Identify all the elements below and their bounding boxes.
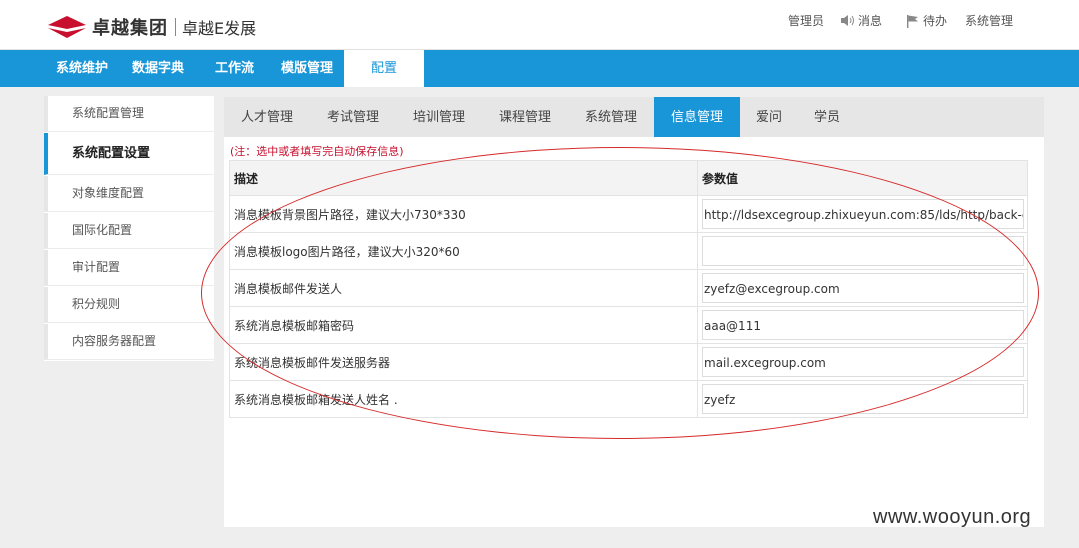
sidebar-item-object-dimension-config[interactable]: 对象维度配置 — [44, 176, 214, 212]
table-row: 系统消息模板邮件发送服务器 mail.excegroup.com — [229, 343, 1028, 381]
tab-students[interactable]: 学员 — [798, 97, 856, 137]
watermark: www.wooyun.org — [873, 506, 1032, 528]
todo-link[interactable]: 待办 — [906, 12, 947, 29]
param-value-input[interactable]: mail.excegroup.com — [702, 347, 1024, 377]
row-description: 系统消息模板邮箱发送人姓名 . — [229, 380, 698, 418]
speaker-icon — [840, 15, 854, 26]
admin-link[interactable]: 管理员 — [788, 12, 824, 29]
tab-bar: 人才管理 考试管理 培训管理 课程管理 系统管理 信息管理 爱问 学员 — [224, 97, 1044, 137]
tab-system-management[interactable]: 系统管理 — [568, 97, 654, 137]
row-description: 系统消息模板邮箱密码 — [229, 306, 698, 344]
nav-item-config[interactable]: 配置 — [344, 50, 425, 87]
nav-item-data-dictionary[interactable]: 数据字典 — [132, 50, 184, 87]
param-value-input[interactable]: http://ldsexcegroup.zhixueyun.com:85/lds… — [702, 199, 1024, 229]
system-admin-link[interactable]: 系统管理 — [965, 12, 1013, 29]
table-header-row: 描述 参数值 — [229, 160, 1028, 196]
sidebar-item-system-config-management[interactable]: 系统配置管理 — [44, 96, 214, 132]
sidebar-item-i18n-config[interactable]: 国际化配置 — [44, 213, 214, 249]
brand-divider — [175, 18, 176, 36]
messages-link[interactable]: 消息 — [840, 12, 882, 29]
messages-label: 消息 — [857, 14, 882, 28]
sidebar-item-system-config-settings[interactable]: 系统配置设置 — [44, 133, 214, 175]
tab-course-management[interactable]: 课程管理 — [482, 97, 568, 137]
table-row: 系统消息模板邮箱密码 aaa@111 — [229, 306, 1028, 344]
row-description: 消息模板背景图片路径，建议大小730*330 — [229, 195, 698, 233]
brand-name: 卓越集团 — [92, 18, 168, 39]
nav-item-workflow[interactable]: 工作流 — [215, 50, 254, 87]
row-description: 系统消息模板邮件发送服务器 — [229, 343, 698, 381]
nav-item-system-maintenance[interactable]: 系统维护 — [56, 50, 108, 87]
top-header: 卓越集团 卓越E发展 管理员 消息 待办 系统管理 — [0, 0, 1079, 50]
nav-item-template-management[interactable]: 模版管理 — [281, 50, 333, 87]
tab-ask[interactable]: 爱问 — [740, 97, 798, 137]
autosave-note: (注：选中或者填写完自动保存信息) — [230, 145, 404, 158]
logo: 卓越集团 卓越E发展 — [48, 14, 256, 40]
tab-info-management[interactable]: 信息管理 — [654, 97, 740, 137]
param-value-input[interactable]: zyefz — [702, 384, 1024, 414]
row-description: 消息模板logo图片路径，建议大小320*60 — [229, 232, 698, 270]
flag-icon — [906, 14, 918, 28]
sidebar: 系统配置管理 系统配置设置 对象维度配置 国际化配置 审计配置 积分规则 内容服… — [44, 96, 214, 361]
params-table: 描述 参数值 消息模板背景图片路径，建议大小730*330 http://lds… — [229, 160, 1028, 418]
sidebar-item-points-rules[interactable]: 积分规则 — [44, 287, 214, 323]
top-links: 管理员 消息 待办 系统管理 — [772, 12, 1013, 29]
table-row: 消息模板背景图片路径，建议大小730*330 http://ldsexcegro… — [229, 195, 1028, 233]
sidebar-item-audit-config[interactable]: 审计配置 — [44, 250, 214, 286]
table-row: 消息模板邮件发送人 zyefz@excegroup.com — [229, 269, 1028, 307]
tab-training-management[interactable]: 培训管理 — [396, 97, 482, 137]
todo-label: 待办 — [922, 14, 947, 28]
param-value-input[interactable]: zyefz@excegroup.com — [702, 273, 1024, 303]
table-row: 系统消息模板邮箱发送人姓名 . zyefz — [229, 380, 1028, 418]
main-nav: 系统维护 数据字典 工作流 模版管理 配置 — [0, 50, 1079, 87]
sub-brand-name: 卓越E发展 — [182, 19, 257, 38]
content-panel: 人才管理 考试管理 培训管理 课程管理 系统管理 信息管理 爱问 学员 (注：选… — [224, 97, 1044, 527]
tab-talent-management[interactable]: 人才管理 — [224, 97, 310, 137]
row-description: 消息模板邮件发送人 — [229, 269, 698, 307]
column-header-description: 描述 — [229, 160, 698, 196]
param-value-input[interactable] — [702, 236, 1024, 266]
diamond-logo-icon — [48, 16, 86, 38]
param-value-input[interactable]: aaa@111 — [702, 310, 1024, 340]
tab-exam-management[interactable]: 考试管理 — [310, 97, 396, 137]
column-header-param-value: 参数值 — [697, 160, 1028, 196]
sidebar-item-content-server-config[interactable]: 内容服务器配置 — [44, 324, 214, 360]
table-row: 消息模板logo图片路径，建议大小320*60 — [229, 232, 1028, 270]
